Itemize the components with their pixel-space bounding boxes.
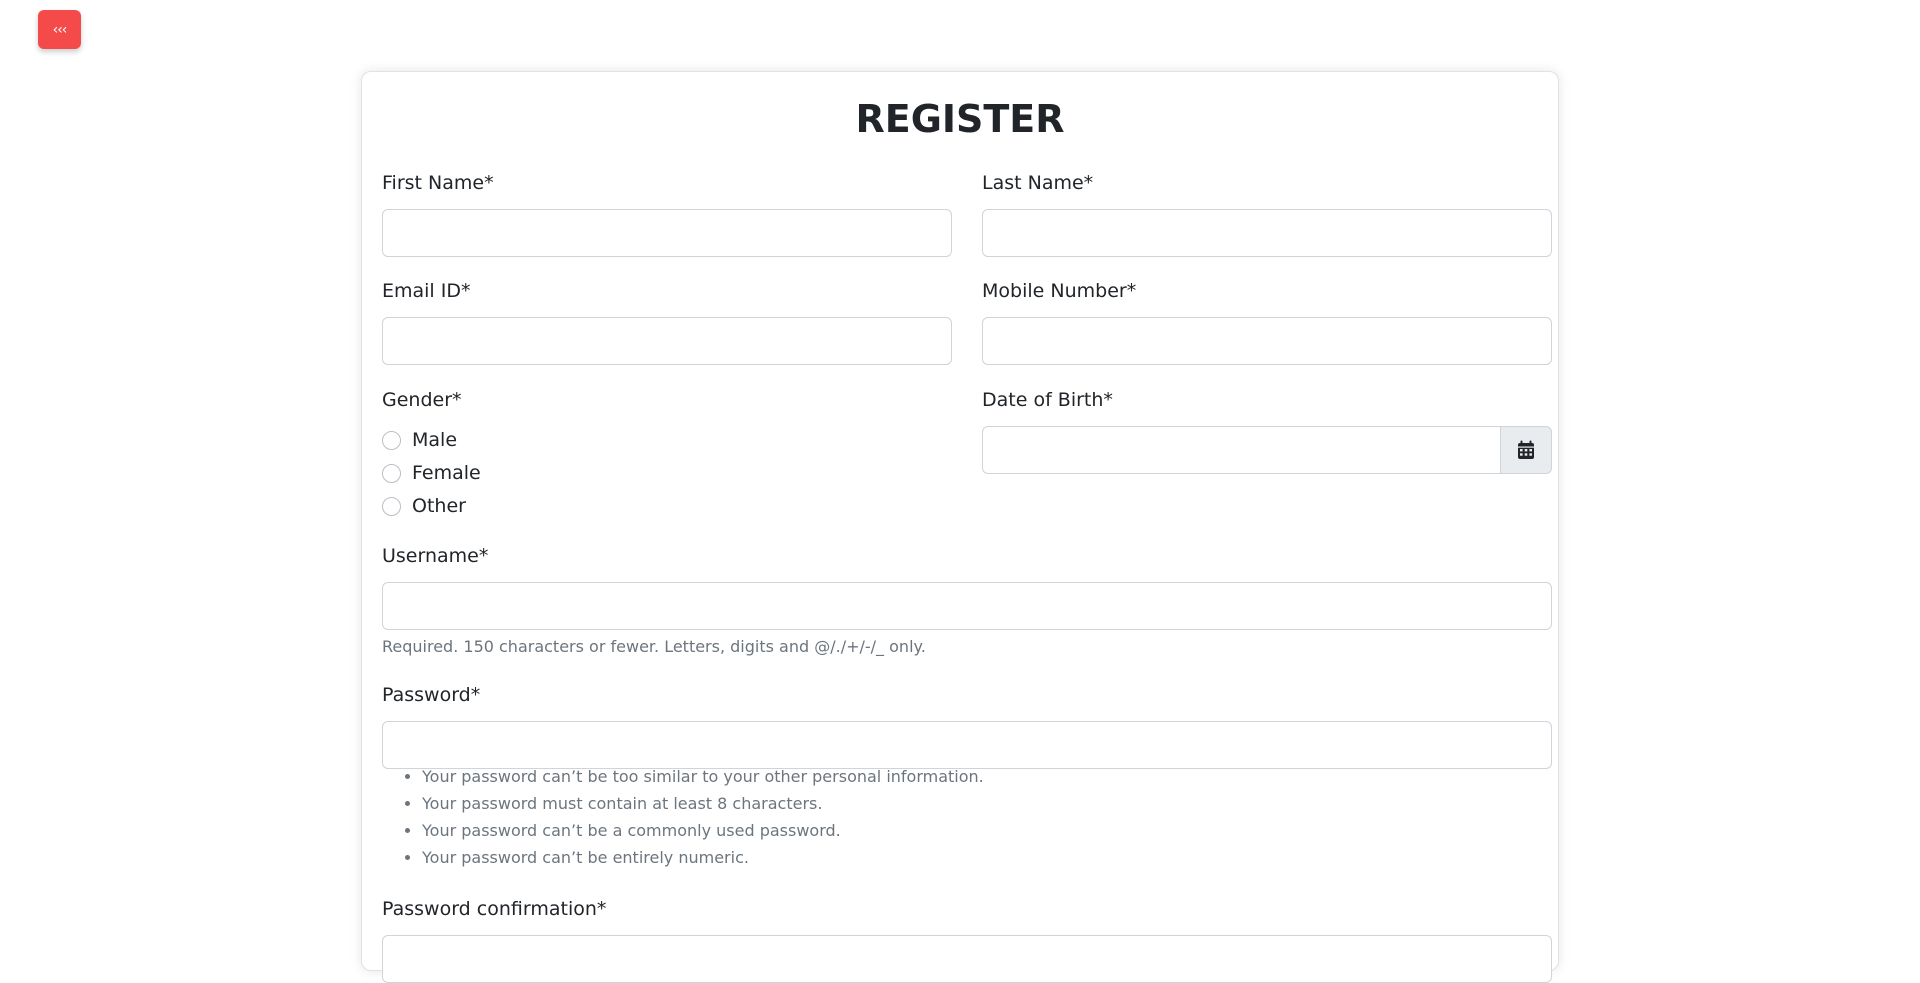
other-radio[interactable] [382, 496, 401, 516]
password-confirmation-label: Password confirmation* [382, 898, 607, 920]
female-label: Female [412, 462, 481, 484]
gender-option-female[interactable]: Female [382, 461, 481, 485]
gender-option-other[interactable]: Other [382, 494, 466, 518]
other-label: Other [412, 495, 466, 517]
first-name-label: First Name* [382, 172, 494, 194]
last-name-input[interactable] [982, 209, 1552, 257]
username-input[interactable] [382, 582, 1552, 630]
register-card: REGISTER First Name* Last Name* Email ID… [361, 71, 1559, 983]
last-name-label: Last Name* [982, 172, 1094, 194]
mobile-label: Mobile Number* [982, 280, 1137, 302]
calendar-button[interactable] [1500, 426, 1552, 474]
dob-field [982, 426, 1552, 474]
female-radio[interactable] [382, 463, 401, 483]
password-rule: Your password can’t be a commonly used p… [422, 817, 984, 844]
dob-input[interactable] [982, 426, 1500, 474]
mobile-input[interactable] [982, 317, 1552, 365]
password-rule: Your password must contain at least 8 ch… [422, 790, 984, 817]
username-help-text: Required. 150 characters or fewer. Lette… [382, 637, 926, 656]
password-rule: Your password can’t be entirely numeric. [422, 844, 984, 871]
email-input[interactable] [382, 317, 952, 365]
male-radio[interactable] [382, 430, 401, 450]
gender-label: Gender* [382, 389, 462, 411]
back-button[interactable]: ‹‹‹ [38, 10, 81, 49]
male-label: Male [412, 429, 458, 451]
password-confirmation-input[interactable] [382, 935, 1552, 983]
email-label: Email ID* [382, 280, 471, 302]
gender-option-male[interactable]: Male [382, 428, 457, 452]
dob-label: Date of Birth* [982, 389, 1113, 411]
password-rules-list: Your password can’t be too similar to yo… [382, 763, 984, 871]
page-title: REGISTER [855, 97, 1065, 141]
password-rule: Your password can’t be too similar to yo… [422, 763, 984, 790]
calendar-icon [1518, 440, 1534, 459]
username-label: Username* [382, 545, 489, 567]
first-name-input[interactable] [382, 209, 952, 257]
password-input[interactable] [382, 721, 1552, 769]
password-label: Password* [382, 684, 481, 706]
